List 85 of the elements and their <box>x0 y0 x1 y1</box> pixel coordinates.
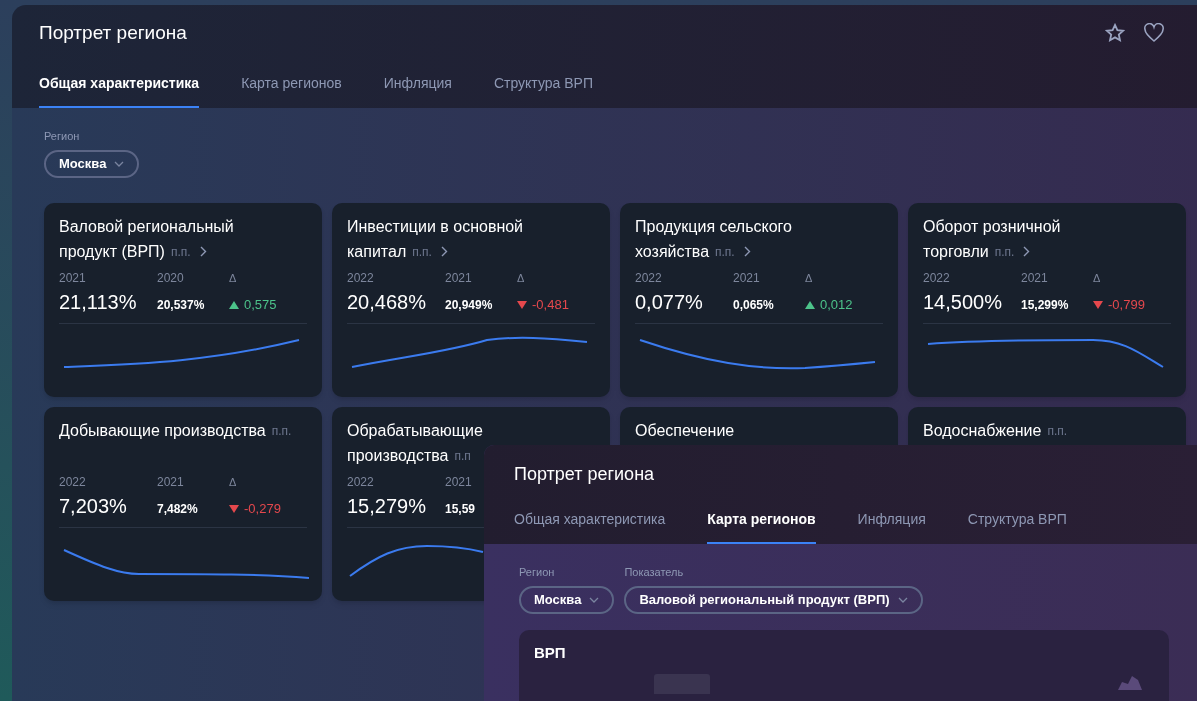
chevron-down-icon <box>114 160 125 167</box>
delta-label: Δ <box>517 271 526 286</box>
tab[interactable]: Инфляция <box>857 509 926 544</box>
current-value: 14,500% <box>923 289 1003 315</box>
delta-label: Δ <box>229 271 238 286</box>
delta-label: Δ <box>805 271 814 286</box>
year-label: 2021 <box>157 473 185 491</box>
unit-label: п.п. <box>170 243 191 261</box>
year-label: 2022 <box>347 473 375 491</box>
delta-label: Δ <box>229 475 238 490</box>
triangle-down-icon <box>229 504 239 513</box>
tab[interactable]: Общая характеристика <box>514 509 666 544</box>
current-value: 0,077% <box>635 289 704 315</box>
unit-label: п.п <box>454 447 471 465</box>
year-label: 2021 <box>445 473 473 491</box>
triangle-up-icon <box>229 300 239 309</box>
previous-value: 20,537% <box>157 296 206 314</box>
chevron-down-icon <box>897 596 908 603</box>
year-label: 2021 <box>59 269 87 287</box>
chevron-down-icon <box>589 596 600 603</box>
unit-label: п.п. <box>412 243 432 261</box>
unit-label: п.п. <box>271 422 292 440</box>
delta-value: -0,481 <box>517 295 595 317</box>
chevron-right-icon[interactable] <box>1023 245 1031 257</box>
panel-title: ВРП <box>534 642 567 663</box>
tab[interactable]: Карта регионов <box>707 509 816 544</box>
year-label: 2021 <box>445 269 473 287</box>
unit-label: п.п. <box>1047 422 1068 440</box>
card-title: капитал <box>347 241 407 262</box>
previous-value: 0,065% <box>733 296 775 314</box>
year-label: 2022 <box>347 269 375 287</box>
field-label: Регион <box>44 129 81 144</box>
year-label: 2020 <box>157 269 185 287</box>
delta-value: 0,575 <box>229 295 307 317</box>
card-title: торговли <box>923 241 989 262</box>
delta-value: -0,279 <box>229 499 307 521</box>
card-title: продукт (ВРП) <box>59 241 165 262</box>
region-select[interactable]: Москва <box>44 149 140 178</box>
card-title: хозяйства <box>635 241 710 262</box>
previous-value: 7,482% <box>157 500 199 518</box>
card-title: Валовой региональный <box>59 216 234 237</box>
tab[interactable]: Структура ВРП <box>493 73 593 108</box>
card-title: Продукция сельского <box>635 216 792 237</box>
heart-icon[interactable] <box>1143 23 1165 43</box>
current-value: 20,468% <box>347 289 427 315</box>
chevron-right-icon[interactable] <box>199 245 207 257</box>
window-title: Портрет региона <box>39 20 187 45</box>
card-title: Обрабатывающие <box>347 420 483 441</box>
year-label: 2022 <box>59 473 87 491</box>
chevron-right-icon[interactable] <box>440 245 448 257</box>
triangle-down-icon <box>517 300 527 309</box>
tab[interactable]: Общая характеристика <box>39 73 200 108</box>
current-value: 15,279% <box>347 493 427 519</box>
delta-label: Δ <box>1093 271 1102 286</box>
tab[interactable]: Структура ВРП <box>967 509 1067 544</box>
tab[interactable]: Карта регионов <box>241 73 342 108</box>
card-title: Водоснабжение <box>923 420 1042 441</box>
star-icon[interactable] <box>1105 23 1125 43</box>
previous-value: 15,59 <box>445 500 477 518</box>
card-title: Инвестиции в основной <box>347 216 524 237</box>
window-title: Портрет региона <box>514 463 656 485</box>
tab[interactable]: Инфляция <box>383 73 452 108</box>
delta-value: 0,012 <box>805 295 883 317</box>
current-value: 21,113% <box>59 289 138 315</box>
delta-value: -0,799 <box>1093 295 1171 317</box>
triangle-down-icon <box>1093 300 1103 309</box>
year-label: 2021 <box>733 269 761 287</box>
year-label: 2022 <box>923 269 951 287</box>
previous-value: 15,299% <box>1021 296 1070 314</box>
region-select[interactable]: Москва <box>519 585 615 614</box>
card-title: Оборот розничной <box>923 216 1061 237</box>
card-title: производства <box>347 445 449 466</box>
field-label: Регион <box>519 565 556 580</box>
year-label: 2021 <box>1021 269 1049 287</box>
triangle-up-icon <box>805 300 815 309</box>
card-title: Обеспечение <box>635 420 735 441</box>
year-label: 2022 <box>635 269 663 287</box>
chevron-right-icon[interactable] <box>743 245 751 257</box>
previous-value: 20,949% <box>445 296 494 314</box>
current-value: 7,203% <box>59 493 128 519</box>
unit-label: п.п. <box>994 243 1015 261</box>
region-select[interactable]: Валовой региональный продукт (ВРП) <box>624 585 923 614</box>
card-title: Добывающие производства <box>59 420 266 441</box>
field-label: Показатель <box>624 565 685 580</box>
unit-label: п.п. <box>715 243 735 261</box>
